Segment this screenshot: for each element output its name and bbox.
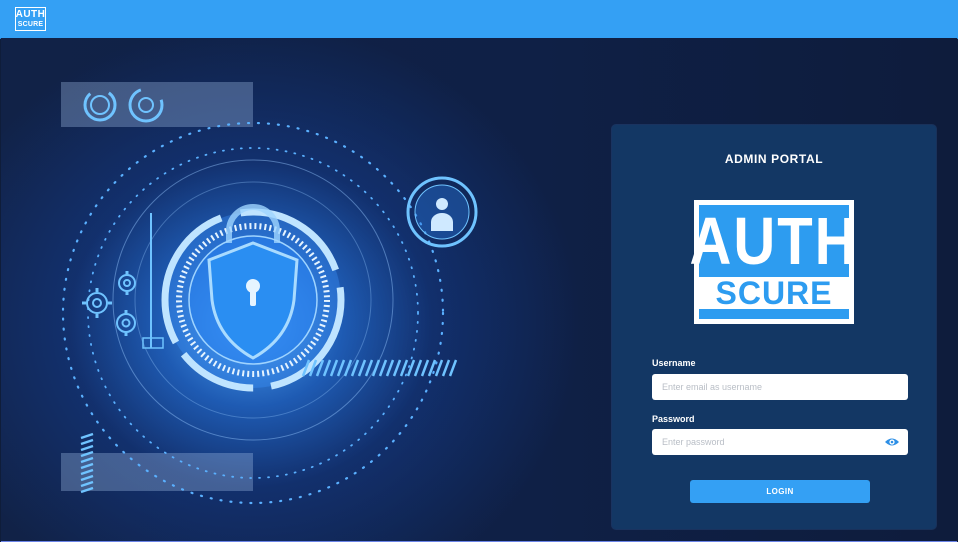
auth-scure-logo[interactable]: AUTH SCURE [15, 7, 46, 31]
username-input[interactable] [652, 374, 908, 400]
login-panel: ADMIN PORTAL AUTH SCURE Username Passwor… [612, 125, 936, 529]
login-button[interactable]: LOGIN [690, 480, 870, 503]
security-illustration [61, 82, 478, 505]
logo-text-scure: SCURE [17, 21, 44, 28]
password-input[interactable] [652, 429, 908, 455]
top-bar: AUTH SCURE [0, 0, 958, 39]
logo-text-auth: AUTH [15, 9, 46, 20]
eye-icon[interactable] [884, 435, 900, 449]
auth-scure-brand-logo: AUTH SCURE [689, 200, 857, 324]
deco-bar-top [61, 82, 253, 127]
main-area: ADMIN PORTAL AUTH SCURE Username Passwor… [1, 38, 957, 542]
username-label: Username [652, 358, 696, 368]
page-title: ADMIN PORTAL [724, 152, 824, 166]
brand-logo-inner: AUTH SCURE [689, 205, 857, 319]
deco-base [142, 337, 164, 349]
brand-logo-text-scure: SCURE [699, 277, 849, 309]
password-label: Password [652, 414, 695, 424]
brand-logo-text-auth: AUTH [689, 204, 859, 280]
user-badge-icon [406, 176, 478, 248]
